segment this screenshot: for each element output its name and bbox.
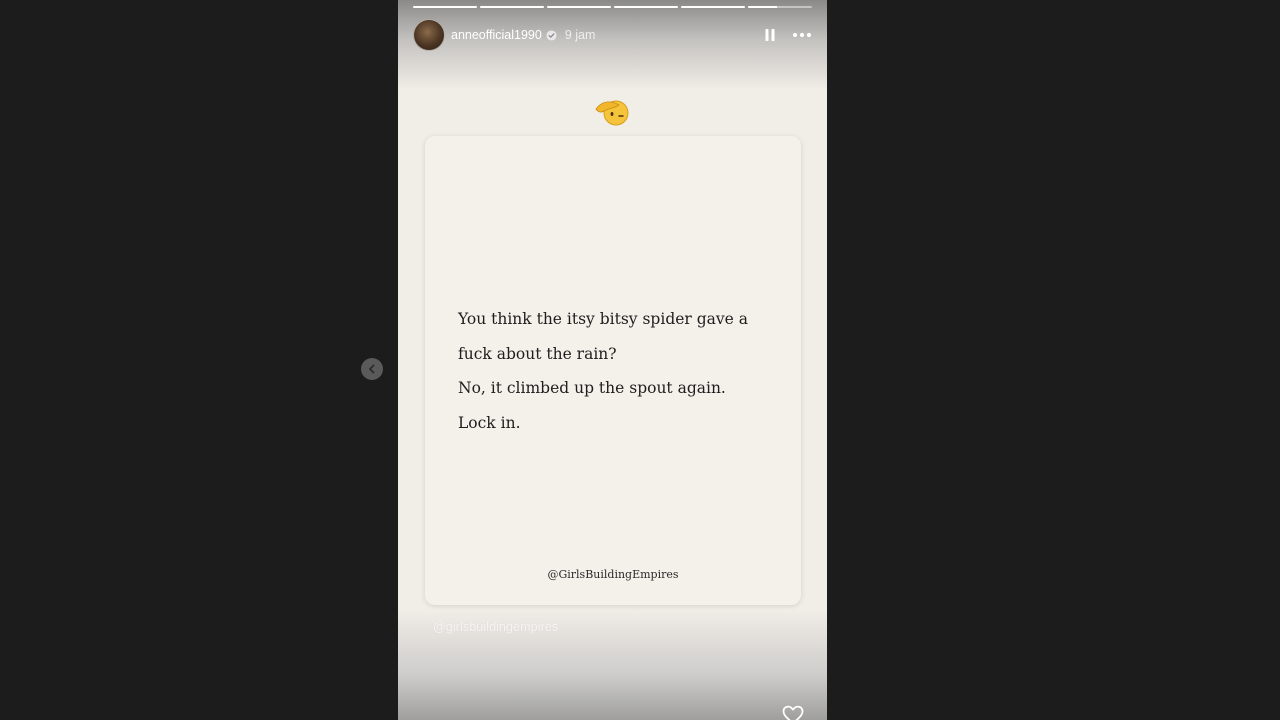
- story-header: anneofficial1990 9 jam: [413, 19, 812, 51]
- progress-fill: [681, 6, 745, 8]
- progress-segment: [748, 6, 812, 8]
- progress-fill: [614, 6, 678, 8]
- quote-card: You think the itsy bitsy spider gave a f…: [425, 136, 801, 605]
- verified-badge-icon: [546, 29, 557, 41]
- more-options-button[interactable]: [792, 32, 812, 38]
- chevron-left-icon: [369, 364, 375, 374]
- pause-icon: [765, 29, 775, 41]
- progress-segment: [547, 6, 611, 8]
- header-controls: [764, 28, 812, 42]
- progress-segment: [614, 6, 678, 8]
- quote-text: You think the itsy bitsy spider gave a f…: [458, 302, 778, 440]
- avatar[interactable]: [413, 19, 445, 51]
- story-frame[interactable]: anneofficial1990 9 jam You think the its…: [398, 0, 827, 720]
- username[interactable]: anneofficial1990: [451, 28, 542, 42]
- story-viewer: anneofficial1990 9 jam You think the its…: [0, 0, 1280, 720]
- progress-fill: [547, 6, 611, 8]
- progress-fill: [748, 6, 777, 8]
- quote-line: You think the itsy bitsy spider gave a: [458, 310, 749, 328]
- progress-fill: [413, 6, 477, 8]
- quote-line: No, it climbed up the spout again.: [458, 379, 726, 397]
- heart-icon[interactable]: [782, 705, 804, 720]
- progress-segment: [681, 6, 745, 8]
- previous-story-button[interactable]: [361, 358, 383, 380]
- more-options-icon: [792, 32, 812, 38]
- pause-button[interactable]: [764, 28, 776, 42]
- story-timestamp: 9 jam: [564, 28, 596, 42]
- saluting-face-icon: [595, 100, 629, 126]
- progress-segment: [413, 6, 477, 8]
- progress-fill: [480, 6, 544, 8]
- mention-sticker[interactable]: @girlsbuildingempires: [433, 620, 558, 634]
- quote-line: Lock in.: [458, 413, 521, 432]
- card-credit: @GirlsBuildingEmpires: [547, 568, 679, 581]
- progress-segment: [480, 6, 544, 8]
- quote-line: fuck about the rain?: [458, 344, 617, 363]
- story-progress-bar: [413, 6, 812, 8]
